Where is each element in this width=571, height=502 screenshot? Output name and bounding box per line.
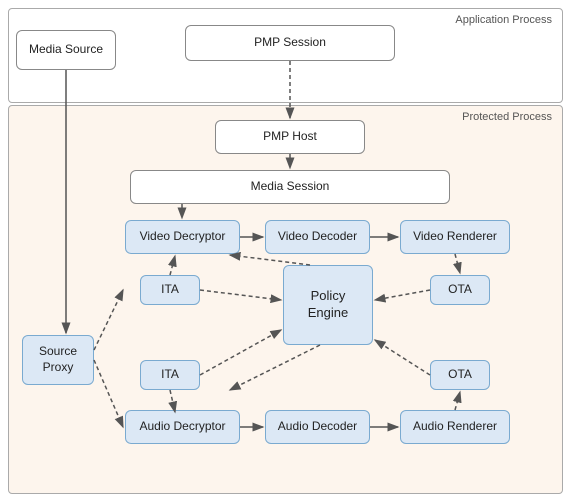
media-source-box: Media Source [16, 30, 116, 70]
ita-bottom-box: ITA [140, 360, 200, 390]
audio-decoder-box: Audio Decoder [265, 410, 370, 444]
media-session-box: Media Session [130, 170, 450, 204]
ota-bottom-box: OTA [430, 360, 490, 390]
protected-process-label: Protected Process [462, 111, 552, 123]
pmp-session-box: PMP Session [185, 25, 395, 61]
video-decoder-box: Video Decoder [265, 220, 370, 254]
policy-engine-box: Policy Engine [283, 265, 373, 345]
app-process-label: Application Process [455, 14, 552, 26]
pmp-host-box: PMP Host [215, 120, 365, 154]
ita-top-box: ITA [140, 275, 200, 305]
video-decryptor-box: Video Decryptor [125, 220, 240, 254]
diagram: Application Process Protected Process Me… [0, 0, 571, 502]
audio-decryptor-box: Audio Decryptor [125, 410, 240, 444]
video-renderer-box: Video Renderer [400, 220, 510, 254]
ota-top-box: OTA [430, 275, 490, 305]
source-proxy-box: Source Proxy [22, 335, 94, 385]
audio-renderer-box: Audio Renderer [400, 410, 510, 444]
